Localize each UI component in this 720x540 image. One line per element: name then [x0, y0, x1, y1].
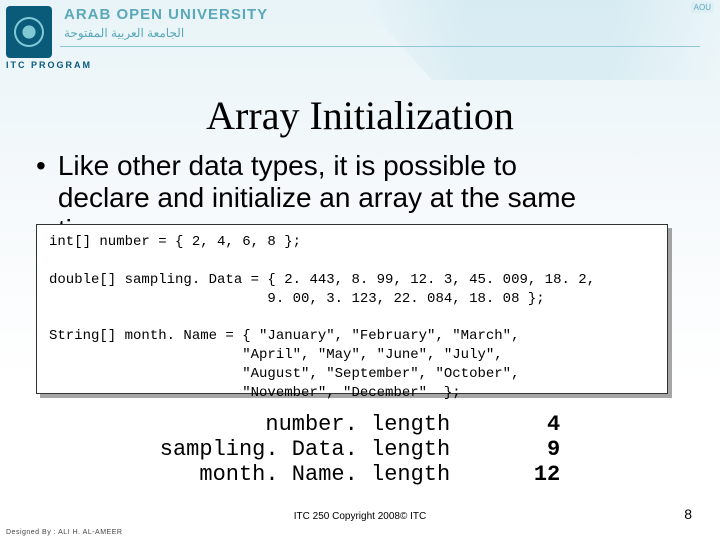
body-line-1: Like other data types, it is possible to — [58, 150, 576, 182]
length-value-1: 4 — [520, 412, 560, 437]
footer-copyright: ITC 250 Copyright 2008© ITC — [0, 511, 720, 522]
designed-by: Designed By : ALI H. AL-AMEER — [6, 529, 122, 536]
length-label-1: number. length — [160, 412, 450, 437]
length-table: number. length sampling. Data. length mo… — [0, 412, 720, 487]
university-name-en: ARAB OPEN UNIVERSITY — [64, 6, 268, 23]
length-value-3: 12 — [520, 462, 560, 487]
university-logo — [6, 6, 52, 58]
page-number: 8 — [684, 506, 692, 522]
itc-program-label: ITC PROGRAM — [6, 60, 92, 70]
slide-header: AOU ITC PROGRAM ARAB OPEN UNIVERSITY الج… — [0, 0, 720, 80]
length-label-3: month. Name. length — [160, 462, 450, 487]
body-line-2: declare and initialize an array at the s… — [58, 182, 576, 214]
globe-icon — [14, 17, 44, 47]
header-decoration — [360, 0, 720, 80]
length-value-2: 9 — [520, 437, 560, 462]
code-block: int[] number = { 2, 4, 6, 8 }; double[] … — [36, 224, 668, 394]
university-name-ar: الجامعة العربية المفتوحة — [64, 26, 184, 40]
slide: AOU ITC PROGRAM ARAB OPEN UNIVERSITY الج… — [0, 0, 720, 540]
page-title: Array Initialization — [0, 92, 720, 139]
length-label-2: sampling. Data. length — [160, 437, 450, 462]
